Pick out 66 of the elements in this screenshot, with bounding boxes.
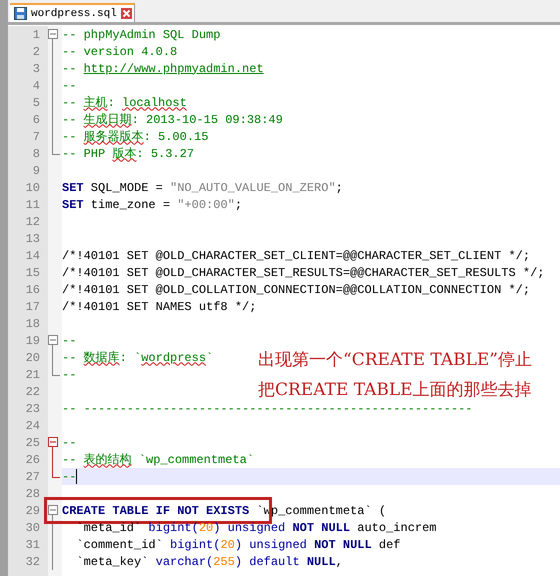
line-number: 5: [32, 96, 40, 110]
line-number: 31: [26, 538, 40, 552]
code-line: `meta_key` varchar(255) default NULL,: [75, 554, 343, 568]
line-number: 1: [32, 28, 40, 42]
code-line: -- http://www.phpmyadmin.net: [62, 62, 264, 76]
line-number: 8: [32, 146, 40, 160]
text-cursor: [76, 469, 78, 484]
code-line: -- PHP 版本: 5.3.27: [62, 146, 194, 160]
line-number: 9: [32, 164, 40, 178]
line-number: 19: [26, 334, 40, 348]
code-line: --: [62, 436, 76, 450]
code-line: --: [62, 78, 76, 92]
annotation-text: 出现第一个“CREATE TABLE”停止: [258, 351, 532, 370]
fold-toggle-icon[interactable]: [48, 505, 58, 515]
line-number: 26: [26, 452, 40, 466]
file-tab[interactable]: wordpress.sql: [10, 3, 135, 22]
tab-title: wordpress.sql: [31, 8, 117, 20]
line-number: 2: [32, 44, 40, 58]
line-number: 23: [26, 402, 40, 416]
line-number: 24: [26, 418, 40, 432]
line-number: 4: [32, 78, 40, 92]
code-line: /*!40101 SET @OLD_CHARACTER_SET_RESULTS=@@CHARACTER_SET_RESULTS */;: [62, 266, 544, 280]
code-line: -- 服务器版本: 5.00.15: [62, 130, 208, 144]
annotation-text: 把CREATE TABLE上面的那些去掉: [258, 381, 532, 400]
line-number: 16: [26, 282, 40, 296]
line-number: 3: [32, 62, 40, 76]
line-number: 18: [26, 316, 40, 330]
code-line: SET time_zone = "+00:00";: [62, 198, 242, 212]
line-number: 21: [26, 368, 40, 382]
code-line: -- 表的结构 `wp_commentmeta`: [62, 452, 254, 466]
code-line: -- 数据库: `wordpress`: [62, 350, 214, 364]
line-number: 27: [26, 470, 40, 484]
code-line: SET SQL_MODE = "NO_AUTO_VALUE_ON_ZERO";: [62, 180, 343, 194]
line-number: 25: [26, 436, 40, 450]
code-line: --: [62, 368, 76, 382]
line-number: 22: [26, 384, 40, 398]
code-line: /*!40101 SET NAMES utf8 */;: [62, 300, 256, 314]
line-number: 11: [26, 198, 40, 212]
fold-toggle-icon[interactable]: [48, 29, 58, 39]
line-number: 13: [26, 232, 40, 246]
close-icon[interactable]: [120, 8, 132, 19]
code-line: /*!40101 SET @OLD_COLLATION_CONNECTION=@@COLLATION_CONNECTION */;: [62, 282, 530, 296]
code-line: -- 生成日期: 2013-10-15 09:38:49: [62, 112, 283, 126]
line-number: 20: [26, 350, 40, 364]
line-number: 29: [26, 504, 40, 518]
line-number: 7: [32, 130, 40, 144]
code-line: -- phpMyAdmin SQL Dump: [62, 28, 220, 42]
fold-toggle-icon[interactable]: [48, 335, 58, 345]
code-line: -- version 4.0.8: [62, 44, 178, 58]
code-line: `meta_id` bigint(20) unsigned NOT NULL auto_increm: [75, 520, 436, 534]
code-line: --: [62, 470, 76, 484]
code-line: --: [62, 334, 76, 348]
line-number: 32: [26, 554, 40, 568]
line-number: 12: [26, 214, 40, 228]
line-number: 15: [26, 266, 40, 280]
line-number: 17: [26, 300, 40, 314]
line-number: 10: [26, 180, 40, 194]
line-number: 28: [26, 486, 40, 500]
code-line: -- ------------------------------------------------------: [62, 402, 472, 416]
line-number: 6: [32, 112, 40, 126]
code-line: -- 主机: localhost: [62, 96, 187, 110]
line-number: 14: [26, 248, 40, 262]
line-number: 30: [26, 520, 40, 534]
code-line: `comment_id` bigint(20) unsigned NOT NULL def: [75, 538, 400, 552]
fold-toggle-icon[interactable]: [48, 437, 58, 447]
code-line: /*!40101 SET @OLD_CHARACTER_SET_CLIENT=@@CHARACTER_SET_CLIENT */;: [62, 248, 530, 262]
